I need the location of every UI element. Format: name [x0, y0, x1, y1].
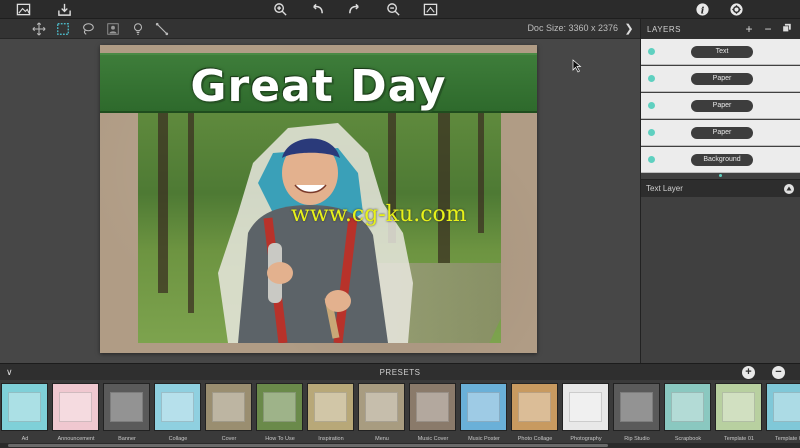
- layer-name: Paper: [691, 73, 753, 85]
- preset-label: Template 02: [775, 436, 800, 442]
- layer-row[interactable]: Paper: [641, 93, 800, 119]
- preset-thumbnail[interactable]: [766, 383, 800, 431]
- save-icon[interactable]: [56, 1, 73, 18]
- preset-thumbnail[interactable]: [613, 383, 660, 431]
- panel-resize-handle[interactable]: [641, 174, 800, 179]
- visibility-dot-icon[interactable]: [648, 48, 655, 55]
- visibility-dot-icon[interactable]: [648, 75, 655, 82]
- scrollbar-thumb[interactable]: [8, 444, 608, 447]
- preset-thumbnail[interactable]: [307, 383, 354, 431]
- layer-row[interactable]: Paper: [641, 120, 800, 146]
- preset-label: How To Use: [265, 436, 295, 442]
- preset-thumbnail[interactable]: [511, 383, 558, 431]
- watermark-text: www.cg-ku.com: [291, 202, 467, 227]
- preset-thumbnail[interactable]: [358, 383, 405, 431]
- presets-title: PRESETS: [379, 368, 421, 377]
- hiker-cutout: [218, 123, 413, 343]
- banner-layer[interactable]: Great Day: [100, 53, 537, 113]
- move-icon[interactable]: [31, 21, 47, 37]
- zoom-in-icon[interactable]: [272, 1, 289, 18]
- preset-thumbnail[interactable]: [154, 383, 201, 431]
- panel-toggle-icon[interactable]: ❯: [622, 21, 636, 37]
- lasso-icon[interactable]: [80, 21, 96, 37]
- text-layer-title: Text Layer: [646, 184, 683, 193]
- presets-strip: Ad Announcement Banner Collage Cover How To U…: [0, 380, 800, 448]
- preset-thumbnail[interactable]: [715, 383, 762, 431]
- layer-row[interactable]: Paper: [641, 66, 800, 92]
- preset-label: Photography: [570, 436, 602, 442]
- app-window: i Doc Size: 3360 x 2376 ❯ Great Day www.…: [0, 0, 800, 448]
- doc-size-readout: Doc Size: 3360 x 2376: [527, 23, 618, 33]
- preset-label: Scrapbook: [674, 436, 702, 442]
- preset-thumbnail[interactable]: [1, 383, 48, 431]
- preset-label: Music Cover: [417, 436, 449, 442]
- preset-label: Music Poster: [468, 436, 500, 442]
- preset-thumbnail[interactable]: [52, 383, 99, 431]
- preset-thumbnail[interactable]: [664, 383, 711, 431]
- duplicate-layer-icon[interactable]: [780, 22, 794, 36]
- settings-icon[interactable]: [728, 1, 745, 18]
- zoom-out-icon[interactable]: [385, 1, 402, 18]
- preset-label: Ad: [21, 436, 29, 442]
- add-preset-icon[interactable]: +: [742, 366, 755, 379]
- layer-row[interactable]: Text: [641, 39, 800, 65]
- preset-label: Announcement: [57, 436, 95, 442]
- preset-thumbnail[interactable]: [409, 383, 456, 431]
- image-icon[interactable]: [15, 1, 32, 18]
- visibility-dot-icon[interactable]: [648, 129, 655, 136]
- light-bulb-icon[interactable]: [130, 21, 146, 37]
- layer-name: Text: [691, 46, 753, 58]
- layers-header: LAYERS + −: [641, 19, 800, 39]
- svg-text:i: i: [701, 5, 705, 16]
- preset-thumbnail[interactable]: [562, 383, 609, 431]
- banner-title[interactable]: Great Day: [100, 61, 537, 112]
- preset-label: Rip Studio: [624, 436, 650, 442]
- redo-icon[interactable]: [346, 1, 363, 18]
- tool-row: Doc Size: 3360 x 2376 ❯: [0, 19, 640, 39]
- line-icon[interactable]: [154, 21, 170, 37]
- preset-thumbnail[interactable]: [460, 383, 507, 431]
- fit-screen-icon[interactable]: [422, 1, 439, 18]
- preset-label: Menu: [375, 436, 389, 442]
- remove-layer-icon[interactable]: −: [761, 22, 775, 36]
- preset-thumbnail[interactable]: [256, 383, 303, 431]
- layer-name: Background: [691, 154, 753, 166]
- visibility-dot-icon[interactable]: [648, 102, 655, 109]
- remove-preset-icon[interactable]: −: [772, 366, 785, 379]
- layers-title: LAYERS: [647, 24, 681, 34]
- photo-layer[interactable]: [138, 113, 501, 343]
- person-icon[interactable]: [105, 21, 121, 37]
- canvas-area[interactable]: Great Day www.cg-ku.com: [0, 39, 640, 363]
- document-canvas[interactable]: Great Day www.cg-ku.com: [100, 45, 537, 353]
- undo-icon[interactable]: [309, 1, 326, 18]
- preset-label: Template 01: [724, 436, 754, 442]
- preset-label: Banner: [118, 436, 136, 442]
- layers-list: Text Paper Paper Paper Background: [641, 39, 800, 173]
- visibility-dot-icon[interactable]: [648, 156, 655, 163]
- text-layer-options-icon[interactable]: [783, 183, 795, 195]
- presets-scrollbar[interactable]: [0, 443, 800, 448]
- preset-label: Cover: [221, 436, 237, 442]
- preset-thumbnail[interactable]: [103, 383, 150, 431]
- preset-label: Collage: [168, 436, 188, 442]
- preset-label: Inspiration: [318, 436, 344, 442]
- cursor-icon: [572, 59, 582, 73]
- layer-name: Paper: [691, 100, 753, 112]
- info-icon[interactable]: i: [694, 1, 711, 18]
- marquee-icon[interactable]: [55, 21, 71, 37]
- right-panel: LAYERS + − Text Paper Paper Paper Backgr…: [640, 19, 800, 363]
- preset-label: Photo Collage: [517, 436, 553, 442]
- presets-header: ∨ PRESETS + −: [0, 363, 800, 380]
- layer-name: Paper: [691, 127, 753, 139]
- add-layer-icon[interactable]: +: [742, 22, 756, 36]
- top-toolbar: i: [0, 0, 800, 19]
- layer-row[interactable]: Background: [641, 147, 800, 173]
- preset-thumbnail[interactable]: [205, 383, 252, 431]
- text-layer-header: Text Layer: [641, 179, 800, 197]
